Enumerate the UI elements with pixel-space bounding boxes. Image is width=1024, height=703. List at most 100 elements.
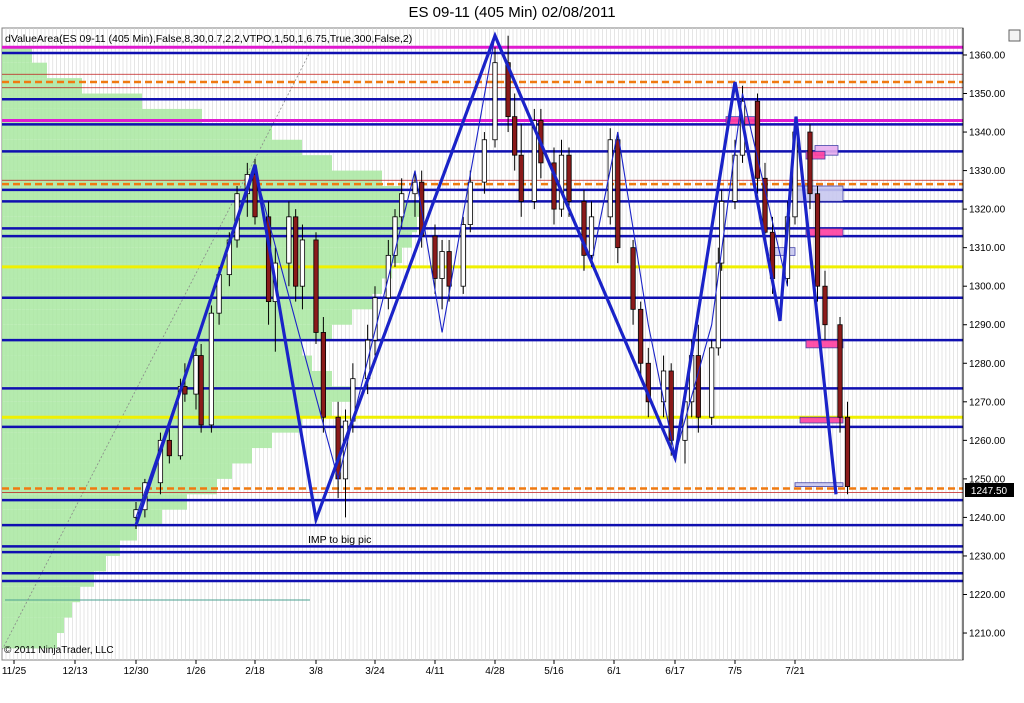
profile-bar	[2, 494, 187, 510]
candle[interactable]	[837, 317, 843, 433]
candle-body	[208, 312, 214, 426]
candle[interactable]	[320, 317, 326, 433]
candle-body	[518, 154, 524, 202]
candle-body	[372, 297, 378, 341]
candle[interactable]	[615, 132, 621, 264]
profile-bar	[2, 124, 272, 140]
price-tick-label: 1350.00	[969, 89, 1006, 100]
candle-body	[299, 239, 306, 287]
time-tick-label: 6/17	[665, 666, 685, 677]
minimize-icon[interactable]	[1008, 29, 1021, 42]
indicator-label: dValueArea(ES 09-11 (405 Min),False,8,30…	[5, 33, 412, 45]
time-tick-label: 5/16	[544, 666, 564, 677]
candle-body	[638, 308, 644, 364]
candle[interactable]	[814, 186, 821, 302]
profile-bar	[2, 78, 82, 94]
candle-body	[320, 332, 326, 418]
profile-bar	[2, 309, 352, 325]
last-price-marker: 1247.50	[965, 483, 1014, 497]
candle-body	[695, 355, 701, 418]
candle-body	[166, 439, 172, 457]
candle-body	[558, 154, 565, 210]
candle-body	[709, 347, 715, 418]
candle-body	[198, 355, 204, 426]
profile-bar	[2, 555, 106, 572]
profile-bar	[2, 155, 332, 171]
candle-body	[844, 416, 851, 487]
profile-bar	[2, 186, 402, 202]
candle-body	[630, 247, 636, 310]
profile-bar	[2, 417, 302, 433]
candle-body	[822, 285, 828, 326]
candle-body	[615, 139, 621, 249]
time-tick-label: 7/21	[785, 666, 805, 677]
candle-body	[446, 251, 452, 287]
candle[interactable]	[208, 305, 214, 433]
time-tick-label: 4/28	[485, 666, 505, 677]
profile-bar	[2, 401, 332, 418]
time-tick-label: 12/30	[123, 666, 148, 677]
time-tick-label: 12/13	[62, 666, 87, 677]
profile-bar	[2, 139, 302, 156]
profile-bar	[2, 370, 332, 387]
price-tick-label: 1220.00	[969, 590, 1006, 601]
candle[interactable]	[313, 232, 319, 344]
candle-body	[399, 193, 405, 218]
candle-body	[460, 224, 466, 287]
candle-body	[432, 235, 438, 279]
time-tick-label: 7/5	[728, 666, 742, 677]
candle[interactable]	[754, 93, 761, 194]
time-axis[interactable]: 11/25 12/13 12/30 1/26 2/18 3/8 3/24 4/11 4/28 5/…	[2, 660, 805, 677]
zone-box	[805, 227, 844, 237]
price-tick-label: 1310.00	[969, 243, 1006, 254]
time-tick-label: 3/8	[309, 666, 323, 677]
candle-body	[481, 139, 488, 183]
profile-bar	[2, 463, 232, 479]
time-tick-label: 6/1	[607, 666, 621, 677]
profile-bar	[2, 355, 312, 371]
candle[interactable]	[460, 216, 466, 294]
candle[interactable]	[198, 344, 204, 433]
profile-bar	[2, 340, 302, 356]
price-tick-label: 1320.00	[969, 205, 1006, 216]
price-tick-label: 1290.00	[969, 320, 1006, 331]
candle-body	[335, 416, 341, 480]
time-tick-label: 11/25	[2, 666, 27, 677]
profile-bar	[2, 216, 417, 233]
candle-body	[512, 116, 518, 156]
price-axis[interactable]: 1210.001220.001230.001240.001250.001260.…	[962, 28, 1006, 660]
time-tick-label: 4/11	[426, 666, 445, 677]
profile-bar	[2, 602, 72, 618]
candle-body	[313, 239, 319, 333]
candle[interactable]	[709, 340, 715, 425]
candle-body	[193, 355, 199, 395]
profile-bar	[2, 617, 64, 634]
candle-body	[492, 62, 498, 141]
candle-body	[467, 181, 473, 225]
profile-bar	[2, 540, 120, 556]
candle[interactable]	[492, 47, 498, 148]
profile-bar	[2, 263, 392, 279]
price-tick-label: 1230.00	[969, 551, 1006, 562]
candle-body	[286, 216, 292, 264]
candle-body	[762, 177, 768, 233]
price-tick-label: 1280.00	[969, 359, 1006, 370]
profile-bar	[2, 525, 137, 541]
time-tick-label: 2/18	[245, 666, 265, 677]
profile-bar	[2, 232, 412, 248]
candle-body	[837, 324, 843, 418]
price-tick-label: 1270.00	[969, 397, 1006, 408]
last-price-label: 1247.50	[971, 486, 1008, 497]
candle-body	[814, 193, 821, 287]
profile-bar	[2, 108, 202, 125]
price-tick-label: 1240.00	[969, 513, 1006, 524]
zone-box	[799, 416, 844, 424]
chart-canvas[interactable]: 1210.001220.001230.001240.001250.001260.…	[0, 0, 1024, 703]
profile-bar	[2, 201, 422, 217]
profile-bar	[2, 93, 142, 109]
profile-bar	[2, 432, 272, 449]
candle-body	[182, 385, 188, 395]
chart-annotation: IMP to big pic	[308, 534, 371, 546]
price-tick-label: 1360.00	[969, 50, 1006, 61]
candle-body	[439, 251, 445, 279]
